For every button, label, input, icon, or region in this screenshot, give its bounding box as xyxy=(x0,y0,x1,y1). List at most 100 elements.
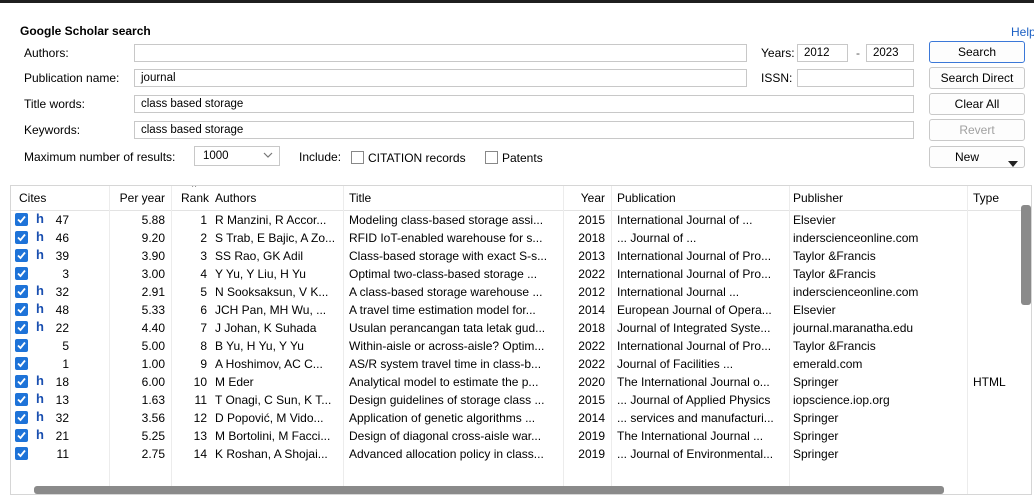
cell-publication: International Journal of ... xyxy=(617,213,753,227)
year-to-field[interactable]: 2023 xyxy=(866,44,914,62)
publication-name-field[interactable]: journal xyxy=(134,69,747,87)
help-link[interactable]: Help xyxy=(1011,25,1034,39)
results-table[interactable]: Cites Per year Rank ^ Authors Title Year… xyxy=(10,185,1032,495)
row-checkbox[interactable] xyxy=(15,231,28,244)
row-checkbox[interactable] xyxy=(15,285,28,298)
row-checkbox[interactable] xyxy=(15,213,28,226)
cell-rank: 14 xyxy=(193,447,207,461)
col-header-publisher[interactable]: Publisher xyxy=(793,191,843,205)
cell-title: Usulan perancangan tata letak gud... xyxy=(349,321,546,335)
col-header-publication[interactable]: Publication xyxy=(617,191,676,205)
cell-title: AS/R system travel time in class-b... xyxy=(349,357,542,371)
issn-label: ISSN: xyxy=(761,71,793,85)
cell-authors: J Johan, K Suhada xyxy=(215,321,317,335)
cell-rank: 6 xyxy=(200,303,207,317)
table-row[interactable]: h 32 3.56 12 D Popović, M Vido... Application… xyxy=(11,409,1031,427)
table-row[interactable]: h 32 2.91 5 N Sooksaksun, V K... A class-base… xyxy=(11,283,1031,301)
col-header-title[interactable]: Title xyxy=(349,191,371,205)
table-row[interactable]: h 47 5.88 1 R Manzini, R Accor... Modeling cl… xyxy=(11,211,1031,229)
h-index-marker: h xyxy=(36,283,44,298)
cell-year: 2018 xyxy=(578,321,605,335)
publication-name-label: Publication name: xyxy=(24,71,120,85)
cell-publication: Journal of Facilities ... xyxy=(617,357,734,371)
keywords-field[interactable]: class based storage xyxy=(134,121,914,139)
cell-title: Modeling class-based storage assi... xyxy=(349,213,544,227)
row-checkbox[interactable] xyxy=(15,411,28,424)
cell-title: Design of diagonal cross-aisle war... xyxy=(349,429,542,443)
row-checkbox[interactable] xyxy=(15,267,28,280)
title-words-field[interactable]: class based storage xyxy=(134,95,914,113)
table-row[interactable]: 5 5.00 8 B Yu, H Yu, Y Yu Within-aisle or ac… xyxy=(11,337,1031,355)
cell-publisher: Taylor &Francis xyxy=(793,267,876,281)
col-header-authors[interactable]: Authors xyxy=(215,191,256,205)
include-label: Include: xyxy=(299,150,342,164)
col-header-rank[interactable]: Rank xyxy=(181,191,209,205)
row-checkbox[interactable] xyxy=(15,321,28,334)
cell-title: Analytical model to estimate the p... xyxy=(349,375,539,389)
cell-per-year: 5.88 xyxy=(141,213,165,227)
table-row[interactable]: 3 3.00 4 Y Yu, Y Liu, H Yu Optimal two-class… xyxy=(11,265,1031,283)
max-results-dropdown[interactable]: 1000 xyxy=(194,146,280,166)
cell-publisher: Taylor &Francis xyxy=(793,339,876,353)
cell-authors: N Sooksaksun, V K... xyxy=(215,285,329,299)
new-button[interactable]: New xyxy=(929,146,1025,168)
cell-publisher: iopscience.iop.org xyxy=(793,393,890,407)
table-row[interactable]: 11 2.75 14 K Roshan, A Shojai... Advanced al… xyxy=(11,445,1031,463)
cell-rank: 8 xyxy=(200,339,207,353)
patents-checkbox[interactable] xyxy=(485,151,498,164)
cell-rank: 13 xyxy=(193,429,207,443)
row-checkbox[interactable] xyxy=(15,249,28,262)
table-row[interactable]: h 48 5.33 6 JCH Pan, MH Wu, ... A travel time… xyxy=(11,301,1031,319)
table-row[interactable]: 1 1.00 9 A Hoshimov, AC C... AS/R system tra… xyxy=(11,355,1031,373)
cell-publication: ... Journal of ... xyxy=(617,231,697,245)
horizontal-scrollbar-thumb[interactable] xyxy=(34,486,944,494)
new-button-label: New xyxy=(955,150,980,164)
row-checkbox[interactable] xyxy=(15,393,28,406)
year-from-field[interactable]: 2012 xyxy=(797,44,848,62)
cell-publisher: Springer xyxy=(793,447,839,461)
col-header-cites[interactable]: Cites xyxy=(19,191,46,205)
citation-records-checkbox[interactable] xyxy=(351,151,364,164)
col-header-year[interactable]: Year xyxy=(565,191,605,205)
cell-rank: 10 xyxy=(193,375,207,389)
cell-type: HTML xyxy=(973,375,1006,389)
search-button[interactable]: Search xyxy=(929,41,1025,63)
row-checkbox[interactable] xyxy=(15,303,28,316)
table-row[interactable]: h 46 9.20 2 S Trab, E Bajic, A Zo... RFID IoT… xyxy=(11,229,1031,247)
table-row[interactable]: h 13 1.63 11 T Onagi, C Sun, K T... Design gu… xyxy=(11,391,1031,409)
table-row[interactable]: h 22 4.40 7 J Johan, K Suhada Usulan perancan… xyxy=(11,319,1031,337)
table-row[interactable]: h 21 5.25 13 M Bortolini, M Facci... Design o… xyxy=(11,427,1031,445)
clear-all-button[interactable]: Clear All xyxy=(929,93,1025,115)
year-separator: - xyxy=(856,46,860,60)
cell-publisher: Elsevier xyxy=(793,303,836,317)
column-divider xyxy=(611,186,612,494)
cell-cites: 18 xyxy=(55,375,69,389)
cell-authors: SS Rao, GK Adil xyxy=(215,249,304,263)
vertical-scrollbar-thumb[interactable] xyxy=(1021,205,1031,305)
cell-cites: 5 xyxy=(62,339,69,353)
authors-field[interactable] xyxy=(134,44,747,62)
cell-publication: The International Journal ... xyxy=(617,429,764,443)
search-direct-button[interactable]: Search Direct xyxy=(929,67,1025,89)
cell-publication: European Journal of Opera... xyxy=(617,303,772,317)
cell-per-year: 3.90 xyxy=(141,249,165,263)
col-header-per-year[interactable]: Per year xyxy=(117,191,165,205)
cell-rank: 7 xyxy=(200,321,207,335)
cell-year: 2013 xyxy=(578,249,605,263)
revert-button[interactable]: Revert xyxy=(929,119,1025,141)
issn-field[interactable] xyxy=(797,69,914,87)
authors-label: Authors: xyxy=(24,46,69,60)
col-header-type[interactable]: Type xyxy=(973,191,999,205)
cell-publisher: journal.maranatha.edu xyxy=(793,321,914,335)
row-checkbox[interactable] xyxy=(15,429,28,442)
table-row[interactable]: h 39 3.90 3 SS Rao, GK Adil Class-based stora… xyxy=(11,247,1031,265)
cell-authors: R Manzini, R Accor... xyxy=(215,213,327,227)
row-checkbox[interactable] xyxy=(15,447,28,460)
row-checkbox[interactable] xyxy=(15,357,28,370)
row-checkbox[interactable] xyxy=(15,339,28,352)
h-index-marker: h xyxy=(36,211,44,226)
cell-title: Class-based storage with exact S-s... xyxy=(349,249,548,263)
h-index-marker: h xyxy=(36,301,44,316)
table-row[interactable]: h 18 6.00 10 M Eder Analytical model to estim… xyxy=(11,373,1031,391)
row-checkbox[interactable] xyxy=(15,375,28,388)
